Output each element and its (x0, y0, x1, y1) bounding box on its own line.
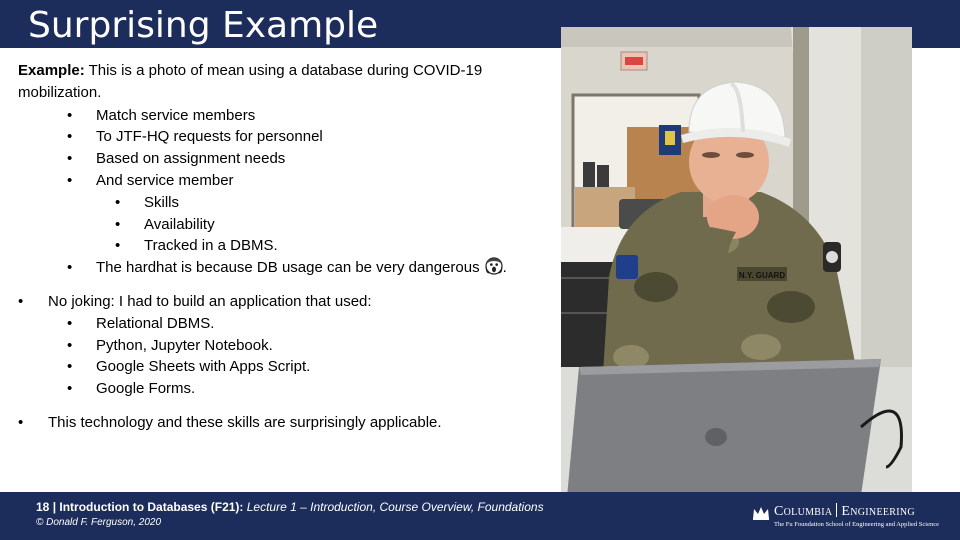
bullet-item: • To JTF-HQ requests for personnel (18, 126, 548, 148)
bullet-dot: • (115, 215, 121, 233)
copyright: © Donald F. Ferguson, 2020 (36, 517, 162, 528)
bullet-dot: • (67, 128, 73, 146)
sub-bullet-text: Skills (144, 193, 180, 211)
intro-text: This is a photo of mean using a database… (18, 62, 483, 101)
tech-item: • Google Sheets with Apps Script. (18, 356, 548, 378)
bullet-item: • And service member (18, 170, 548, 192)
sub-bullet-text: Availability (144, 215, 215, 233)
sub-bullet-item: • Tracked in a DBMS. (18, 235, 548, 257)
columbia-engineering-logo: Columbia Engineering The Fu Foundation Sc… (752, 501, 944, 533)
bullet-dot: • (18, 413, 24, 431)
course-name: Introduction to Databases (F21): (59, 500, 244, 514)
photo-illustration: N.Y. GUARD (561, 27, 912, 497)
tech-text: Python, Jupyter Notebook. (96, 336, 273, 354)
slide-body: Example: This is a photo of mean using a… (18, 60, 548, 434)
logo-name-left: Columbia (774, 504, 833, 519)
bullet-dot: • (115, 193, 121, 211)
name-tape-text: N.Y. GUARD (739, 271, 785, 280)
bullet-text: Based on assignment needs (96, 150, 286, 168)
hardhat-bullet: • The hardhat is because DB usage can be … (18, 257, 548, 279)
bullet-dot: • (67, 358, 73, 376)
tech-item: • Python, Jupyter Notebook. (18, 335, 548, 357)
sub-bullet-item: • Skills (18, 192, 548, 214)
bullet-dot: • (67, 380, 73, 398)
bullet-text: And service member (96, 171, 234, 189)
bullet-item: • Match service members (18, 105, 548, 127)
bullet-dot: • (67, 314, 73, 332)
bullet-dot: • (67, 336, 73, 354)
slide-title: Surprising Example (28, 5, 379, 46)
bullet-item: • This technology and these skills are su… (18, 412, 548, 434)
bullet-text: To JTF-HQ requests for personnel (96, 128, 323, 146)
footer-bar: 18 | Introduction to Databases (F21): Le… (0, 492, 960, 540)
tech-text: Google Forms. (96, 380, 196, 398)
page-number: 18 (36, 500, 50, 514)
bullet-dot: • (115, 237, 121, 255)
tech-item: • Relational DBMS. (18, 313, 548, 335)
hardhat-period: . (502, 259, 507, 277)
crown-icon (753, 507, 769, 520)
lecture-name: Lecture 1 – Introduction, Course Overvie… (243, 500, 544, 514)
tech-text: Relational DBMS. (96, 314, 215, 332)
tech-item: • Google Forms. (18, 378, 548, 400)
screaming-face-icon (484, 257, 503, 275)
footer-separator: | (49, 500, 60, 514)
bullet-dot: • (67, 150, 73, 168)
bullet-dot: • (67, 259, 73, 277)
logo-name-right: Engineering (841, 504, 915, 519)
bullet-item: • Based on assignment needs (18, 148, 548, 170)
bullet-item: • No joking: I had to build an applicatio… (18, 291, 548, 313)
intro-label: Example: (18, 62, 85, 79)
sub-bullet-item: • Availability (18, 214, 548, 236)
bullet-dot: • (67, 106, 73, 124)
intro-paragraph: Example: This is a photo of mean using a… (18, 60, 548, 104)
footer-course-line: 18 | Introduction to Databases (F21): Le… (36, 500, 544, 514)
logo-subtitle: The Fu Foundation School of Engineering … (774, 521, 939, 528)
bullet-dot: • (18, 292, 24, 310)
closing-text: This technology and these skills are sur… (48, 413, 442, 431)
bullet-text: Match service members (96, 106, 256, 124)
hardhat-text: The hardhat is because DB usage can be v… (96, 259, 480, 277)
bullet-dot: • (67, 171, 73, 189)
no-joking-text: No joking: I had to build an application… (48, 292, 372, 310)
photo-man-with-laptop: N.Y. GUARD (561, 27, 912, 497)
tech-text: Google Sheets with Apps Script. (96, 358, 311, 376)
sub-bullet-text: Tracked in a DBMS. (144, 237, 278, 255)
